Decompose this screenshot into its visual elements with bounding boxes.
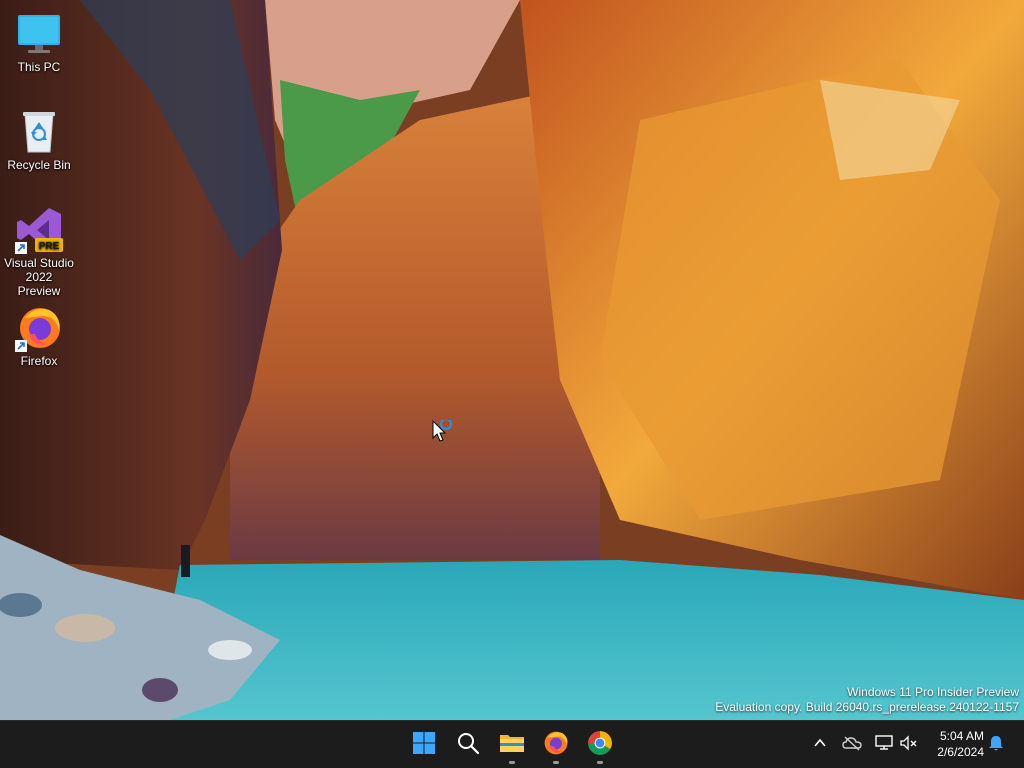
mouse-cursor-icon [432, 417, 462, 444]
watermark-line-build: Evaluation copy. Build 26040.rs_prerelea… [715, 700, 1019, 714]
taskbar: 5:04 AM 2/6/2024 [0, 720, 1024, 768]
volume-muted-icon [900, 734, 918, 756]
desktop-icon-firefox[interactable]: Firefox [2, 300, 76, 368]
monitor-icon [15, 10, 63, 58]
desktop-icon-label: This PC [17, 60, 61, 74]
clock-date: 2/6/2024 [937, 745, 984, 759]
taskbar-file-explorer-button[interactable] [492, 725, 532, 765]
desktop-icon-label: Visual Studio 2022 Preview [4, 256, 74, 298]
taskbar-search-button[interactable] [448, 725, 488, 765]
taskbar-firefox-button[interactable] [536, 725, 576, 765]
desktop-icon-visual-studio[interactable]: PRE Visual Studio 2022 Preview [2, 202, 76, 298]
volume-tray-button[interactable] [897, 733, 921, 757]
windows-start-icon [412, 731, 436, 760]
network-tray-button[interactable] [872, 733, 896, 757]
wallpaper [0, 0, 1024, 720]
visual-studio-badge: PRE [39, 241, 60, 252]
clock-time: 5:04 AM [939, 729, 984, 743]
notification-bell-icon [987, 734, 1005, 757]
running-indicator [597, 761, 603, 764]
notification-center-button[interactable] [984, 733, 1008, 757]
firefox-icon [543, 730, 569, 761]
taskbar-chrome-button[interactable] [580, 725, 620, 765]
onedrive-tray-button[interactable] [840, 733, 864, 757]
recycle-bin-icon [15, 108, 63, 156]
watermark-line-edition: Windows 11 Pro Insider Preview [847, 685, 1019, 699]
desktop-icon-this-pc[interactable]: This PC [2, 6, 76, 74]
desktop[interactable]: This PC Recycle Bin PRE Visual Studio 20… [0, 0, 1024, 720]
firefox-icon [15, 304, 63, 352]
taskbar-start-button[interactable] [404, 725, 444, 765]
onedrive-icon [842, 735, 862, 756]
visual-studio-icon: PRE [15, 206, 63, 254]
show-hidden-icons-button[interactable] [808, 733, 832, 757]
desktop-icon-label: Recycle Bin [7, 158, 71, 172]
chrome-icon [587, 730, 613, 761]
folder-icon [499, 731, 525, 760]
desktop-icon-recycle-bin[interactable]: Recycle Bin [2, 104, 76, 172]
desktop-icon-label: Firefox [20, 354, 58, 368]
windows-build-watermark: Windows 11 Pro Insider Preview Evaluatio… [715, 685, 1019, 715]
chevron-up-icon [813, 736, 827, 755]
running-indicator [509, 761, 515, 764]
taskbar-clock[interactable]: 5:04 AM 2/6/2024 [937, 728, 984, 760]
running-indicator [553, 761, 559, 764]
network-icon [875, 734, 893, 756]
search-icon [456, 731, 480, 760]
